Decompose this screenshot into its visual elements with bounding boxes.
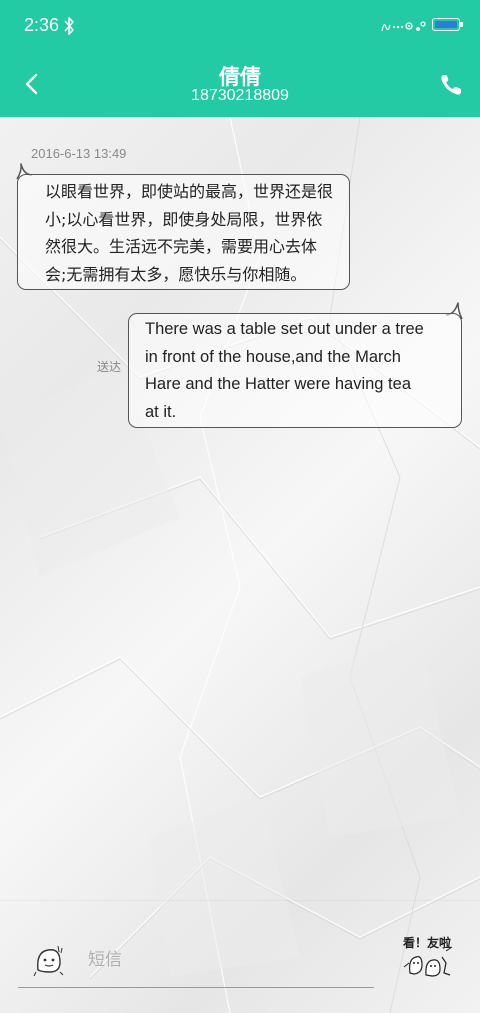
message-line: 会;无需拥有太多，愿快乐与你相随。 [45,264,307,284]
sticker-text: 看！友啦 [403,935,451,950]
input-underline [18,987,374,988]
app-header: 2:36 倩倩 18730218809 [0,0,480,117]
status-bar: 2:36 [0,0,480,52]
bluetooth-icon [64,17,74,35]
status-time: 2:36 [24,15,60,35]
message-line: at it. [145,402,177,421]
message-line: There was a table set out under a tree [145,320,424,338]
message-line: 小;以心看世界，即使身处局限，世界依 [45,209,323,229]
composer-divider [0,900,480,901]
message-line: in front of the house,and the March [145,347,401,366]
message-input[interactable]: 短信 [82,946,378,976]
battery-level [435,21,457,28]
decorative-status-icons [381,21,426,32]
outgoing-message-bubble[interactable]: There was a table set out under a tree i… [128,313,462,428]
delivery-status: 送达 [97,360,122,374]
sticker-button[interactable]: 看！友啦 [400,933,456,979]
message-timestamp: 2016-6-13 13:49 [31,146,127,161]
message-line: Hare and the Hatter were having tea [145,375,411,393]
battery-tip [460,22,463,27]
message-line: 以眼看世界，即使站的最高，世界还是很 [45,182,334,201]
battery-icon [432,18,460,31]
call-button[interactable] [436,70,466,100]
message-line: 然很大。生活远不完美，需要用心去体 [45,237,318,256]
doodle-sticker-icon: 看！友啦 [403,935,453,977]
contact-number: 18730218809 [191,87,289,104]
incoming-message-bubble[interactable]: 以眼看世界，即使站的最高，世界还是很 小;以心看世界，即使身处局限，世界依 然很… [17,174,350,290]
doodle-face-icon[interactable] [32,942,68,978]
